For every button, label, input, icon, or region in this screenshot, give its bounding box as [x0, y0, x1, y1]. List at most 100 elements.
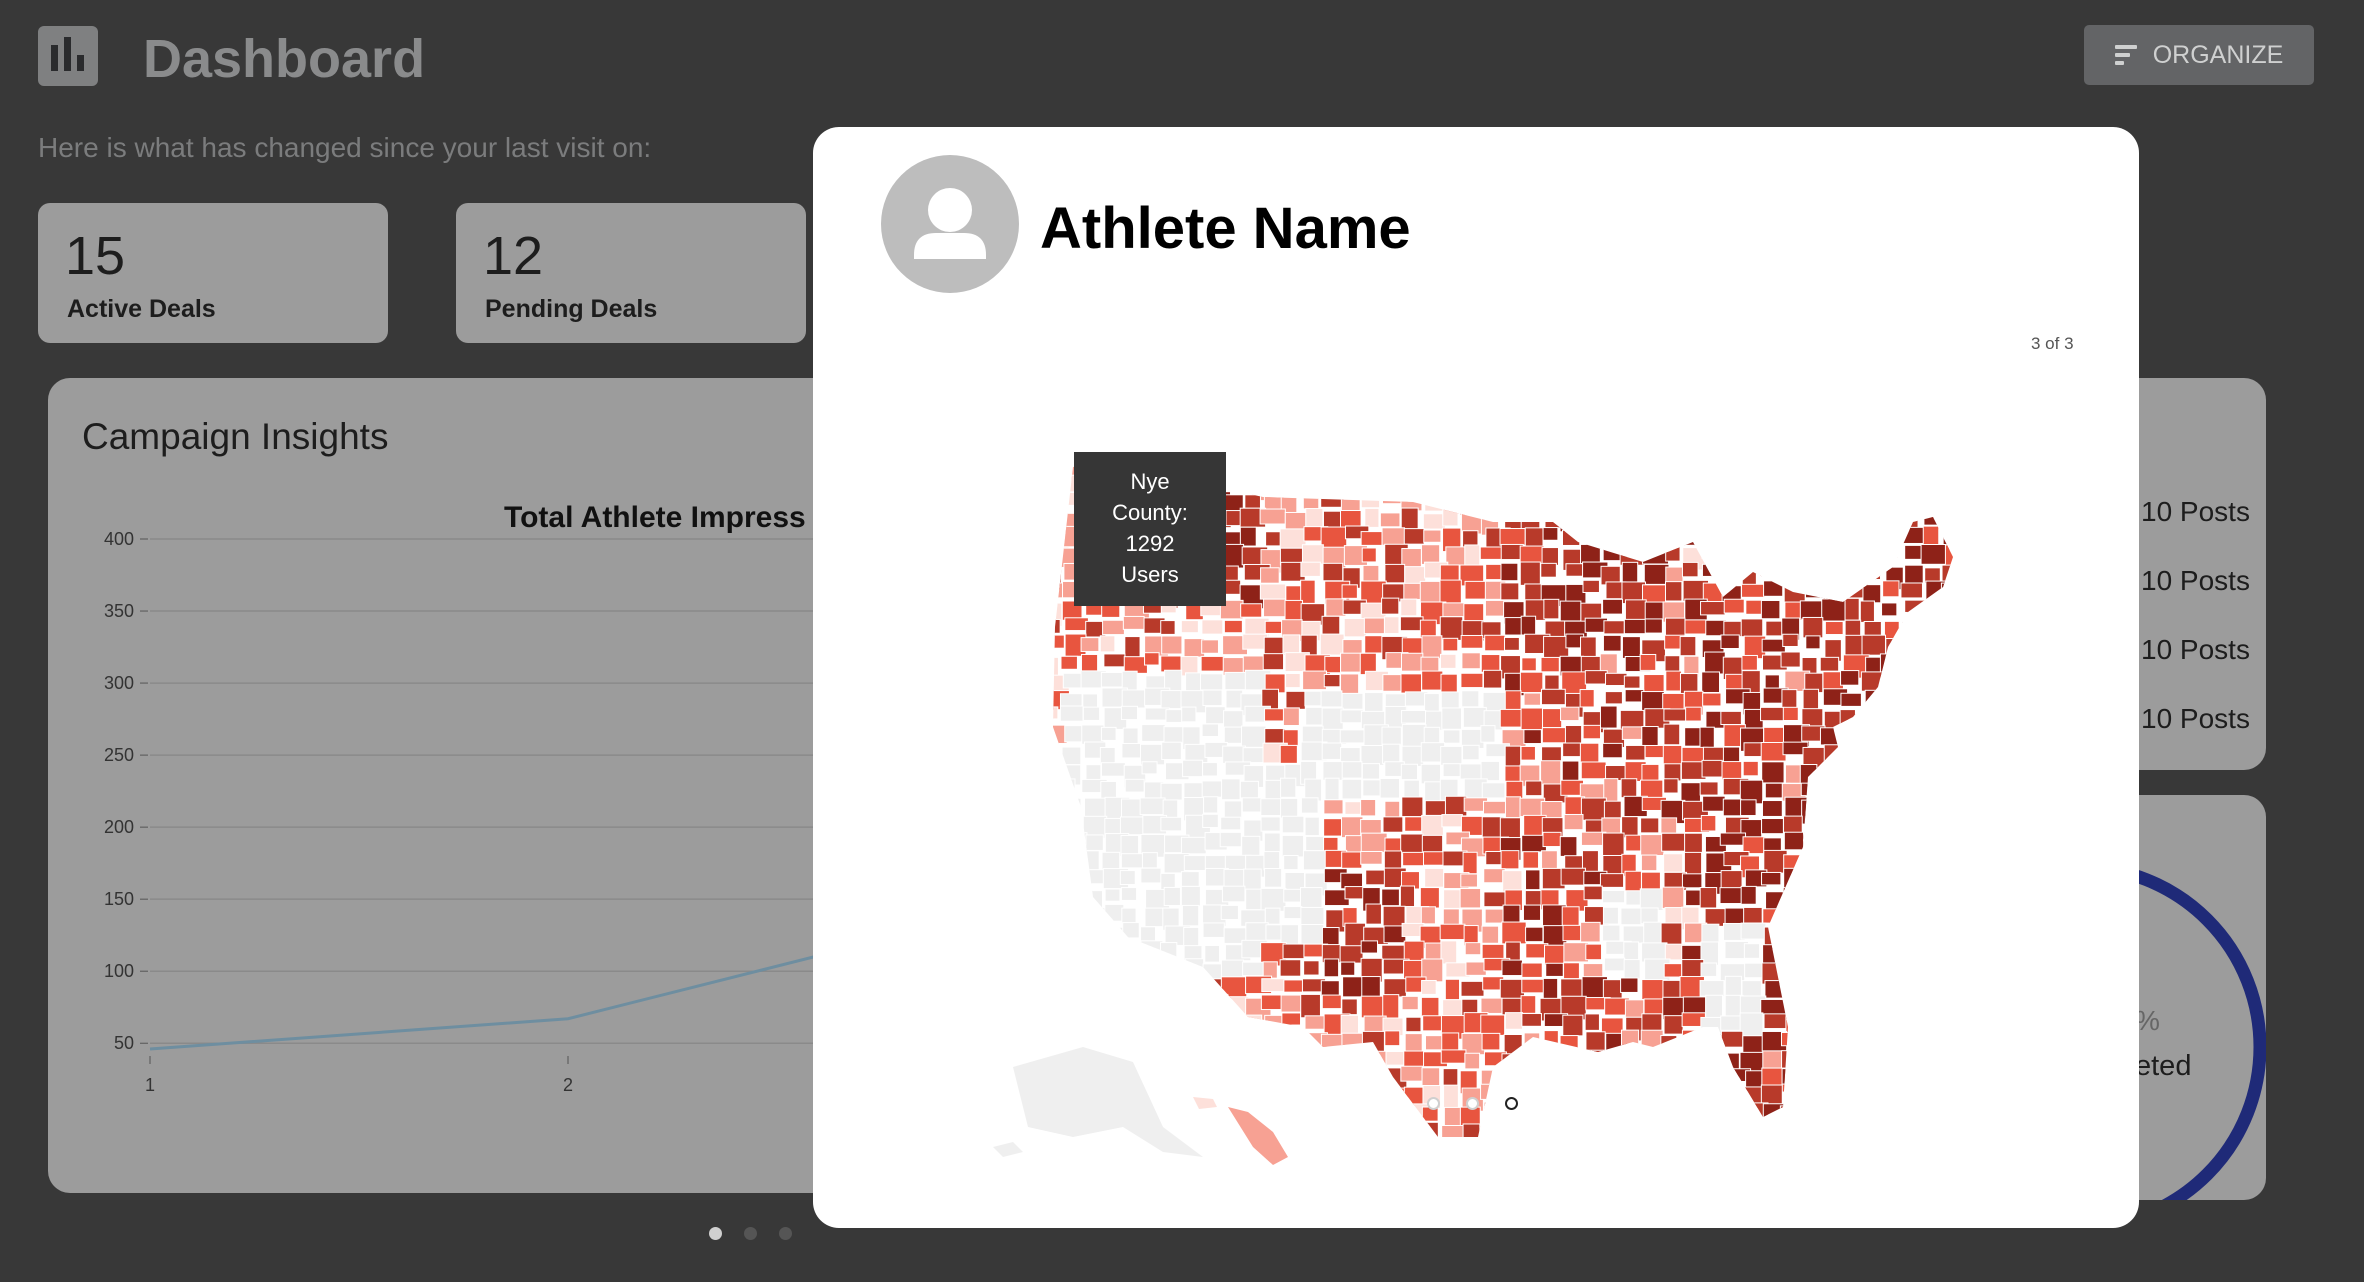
- county-cell: [1524, 527, 1544, 549]
- county-cell: [1861, 908, 1881, 929]
- county-cell: [1762, 908, 1787, 924]
- county-cell: [1440, 745, 1463, 766]
- county-cell: [1264, 907, 1281, 925]
- county-cell: [1303, 960, 1320, 976]
- county-cell: [1761, 527, 1784, 543]
- y-tick-label: 50: [114, 1033, 134, 1053]
- county-cell: [1124, 977, 1147, 1001]
- county-cell: [1702, 795, 1726, 812]
- county-cell: [1663, 723, 1681, 746]
- county-cell: [1821, 1033, 1847, 1052]
- county-cell: [1824, 621, 1844, 636]
- stat-card-active-deals[interactable]: 15 Active Deals: [38, 203, 388, 343]
- county-cell: [1901, 654, 1927, 672]
- county-cell: [1741, 583, 1766, 598]
- county-cell: [1700, 962, 1718, 977]
- county-cell: [1061, 867, 1088, 882]
- county-cell: [1760, 706, 1785, 722]
- county-cell: [1941, 745, 1953, 760]
- county-cell: [1643, 1107, 1660, 1127]
- county-cell: [1603, 1066, 1628, 1085]
- county-cell: [1884, 868, 1909, 888]
- county-cell: [1864, 527, 1892, 542]
- county-cell: [1361, 763, 1381, 780]
- county-cell: [1163, 1066, 1185, 1089]
- stat-card-pending-deals[interactable]: 12 Pending Deals: [456, 203, 806, 343]
- county-cell: [1703, 1050, 1724, 1067]
- county-cell: [1480, 1014, 1506, 1036]
- county-cell: [1681, 873, 1703, 889]
- county-cell: [1920, 472, 1938, 490]
- county-cell: [1343, 618, 1367, 638]
- county-cell: [1920, 1030, 1944, 1050]
- county-cell: [1580, 526, 1601, 542]
- county-cell: [1881, 545, 1898, 559]
- county-cell: [1244, 494, 1261, 509]
- county-cell: [1053, 959, 1057, 981]
- county-cell: [1640, 1029, 1664, 1054]
- county-cell: [1141, 761, 1158, 775]
- county-cell: [1843, 939, 1863, 965]
- county-cell: [1663, 1048, 1687, 1067]
- county-cell: [1301, 1066, 1320, 1083]
- county-cell: [1323, 958, 1340, 978]
- county-cell: [1764, 980, 1784, 999]
- carousel-dot[interactable]: [709, 1227, 722, 1240]
- county-cell: [1762, 1103, 1787, 1129]
- county-cell: [1053, 781, 1063, 801]
- county-cell: [1619, 1084, 1642, 1106]
- county-cell: [1624, 489, 1651, 505]
- county-cell: [1761, 638, 1786, 653]
- county-cell: [1664, 511, 1686, 528]
- county-cell: [1504, 796, 1521, 819]
- county-cell: [1800, 1104, 1827, 1129]
- county-cell: [1260, 567, 1280, 584]
- county-cell: [1822, 492, 1844, 517]
- organize-button[interactable]: ORGANIZE: [2084, 25, 2314, 85]
- county-cell: [1204, 1052, 1226, 1075]
- county-cell: [1845, 1083, 1863, 1105]
- carousel-dot[interactable]: [1466, 1097, 1479, 1110]
- county-cell: [1503, 1033, 1523, 1055]
- carousel-dot-active[interactable]: [1505, 1097, 1518, 1110]
- county-cell: [1520, 707, 1545, 731]
- county-cell: [1459, 491, 1483, 516]
- county-cell: [1804, 1086, 1824, 1108]
- county-cell: [1605, 1143, 1629, 1162]
- county-cell: [1784, 472, 1809, 493]
- county-cell: [1880, 961, 1903, 977]
- county-cell: [1401, 796, 1424, 818]
- county-cell: [1582, 491, 1605, 509]
- county-cell: [1262, 1030, 1284, 1050]
- county-cell: [1053, 835, 1068, 856]
- county-cell: [1141, 977, 1166, 998]
- county-cell: [1881, 746, 1902, 764]
- county-cell: [1222, 1142, 1241, 1154]
- county-cell: [1544, 477, 1568, 500]
- county-cell: [1484, 634, 1506, 652]
- county-cell: [1804, 961, 1828, 984]
- county-cell: [1681, 1085, 1704, 1108]
- county-cell: [1761, 871, 1782, 886]
- county-cell: [1263, 462, 1285, 473]
- county-cell: [1541, 1122, 1560, 1137]
- carousel-dot[interactable]: [1427, 1097, 1440, 1110]
- county-cell: [1285, 690, 1306, 710]
- county-cell: [1902, 489, 1926, 509]
- county-cell: [1641, 1068, 1663, 1087]
- county-cell: [1219, 831, 1242, 848]
- county-cell: [1099, 635, 1116, 653]
- county-cell: [1583, 885, 1603, 901]
- alaska-region: [1013, 1047, 1203, 1157]
- county-cell: [1940, 582, 1953, 605]
- county-cell: [1859, 1106, 1883, 1125]
- county-cell: [1844, 908, 1860, 930]
- county-cell: [1919, 922, 1939, 939]
- county-cell: [1462, 706, 1487, 728]
- county-cell: [1563, 1089, 1585, 1109]
- county-cell: [1220, 976, 1248, 1000]
- carousel-dot[interactable]: [779, 1227, 792, 1240]
- county-cell: [1900, 582, 1923, 599]
- county-cell: [1765, 1143, 1790, 1158]
- carousel-dot[interactable]: [744, 1227, 757, 1240]
